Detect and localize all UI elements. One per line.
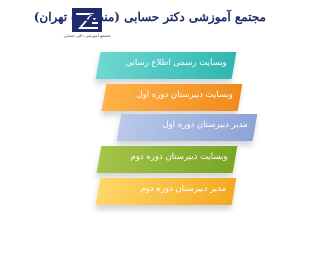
second-period-highschool-manager-link[interactable]: مدیر دبیرستان دوره دوم	[95, 178, 237, 205]
menu-item-label: وبسایت رسمی اطلاع رسانی	[125, 58, 227, 68]
org-title: مجتمع آموزشی دکتر حسابی (منطقه ۵ تهران)	[33, 10, 266, 24]
official-website-link[interactable]: وبسایت رسمی اطلاع رسانی	[95, 52, 237, 79]
menu-item-label: مدیر دبیرستان دوره دوم	[140, 184, 227, 194]
second-period-highschool-website-link[interactable]: وبسایت دبیرستان دوره دوم	[96, 146, 238, 173]
menu-item-label: وبسایت دبیرستان دوره اول	[135, 90, 233, 100]
first-period-highschool-manager-link[interactable]: مدیر دبیرستان دوره اول	[116, 114, 258, 141]
menu-item-label: مدیر دبیرستان دوره اول	[162, 120, 248, 130]
site-header: مجتمع آموزشی دکتر حسابی مجتمع آموزشی دکت…	[0, 0, 336, 38]
first-period-highschool-website-link[interactable]: وبسایت دبیرستان دوره اول	[101, 84, 243, 111]
logo-caption: مجتمع آموزشی دکتر حسابی	[63, 33, 111, 38]
menu-item-label: وبسایت دبیرستان دوره دوم	[130, 152, 228, 162]
